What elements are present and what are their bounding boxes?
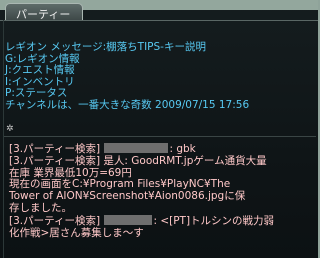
chat-message-continuation: 化作戦>居さん募集しま～す xyxy=(9,226,144,239)
chat-divider xyxy=(4,136,316,137)
left-border xyxy=(3,20,4,258)
system-message-line: J:クエスト情報 xyxy=(5,64,75,76)
chat-message-continuation: 存しました。 xyxy=(9,201,72,214)
chat-log: [3.パーティー検索] : gbk [3.パーティー検索] 是人: GoodRM… xyxy=(9,143,315,239)
chat-channel-prefix: [3.パーティー検索] xyxy=(9,214,101,227)
chat-channel-prefix: [3.パーティー検索] xyxy=(9,143,101,155)
chat-message: [3.パーティー検索] : gbk xyxy=(9,143,315,156)
redacted-username xyxy=(104,214,153,225)
system-message-line: P:ステータス xyxy=(5,87,68,99)
gear-icon[interactable]: ✲ xyxy=(6,124,14,134)
tab-underline xyxy=(0,20,318,21)
chat-message: [3.パーティー検索] : <[PT]トルシンの戦力弱 xyxy=(9,214,315,228)
redacted-username xyxy=(104,143,169,153)
chat-window: パーティー レギオン メッセージ:棚落ちTIPS-キー説明 G:レギオン情報 J… xyxy=(0,0,318,258)
system-message-area: レギオン メッセージ:棚落ちTIPS-キー説明 G:レギオン情報 J:クエスト情… xyxy=(5,41,315,111)
system-message-line: チャンネルは、一番大きな奇数 2009/07/15 17:56 xyxy=(5,98,250,111)
chat-message: [3.パーティー検索] 是人: GoodRMT.jpゲーム通貨大量 xyxy=(9,154,267,167)
chat-message-text: : gbk xyxy=(169,143,196,155)
tab-party[interactable]: パーティー xyxy=(5,3,83,21)
system-message-line: レギオン メッセージ:棚落ちTIPS-キー説明 xyxy=(5,41,206,53)
chat-message-text: : <[PT]トルシンの戦力弱 xyxy=(153,214,275,227)
